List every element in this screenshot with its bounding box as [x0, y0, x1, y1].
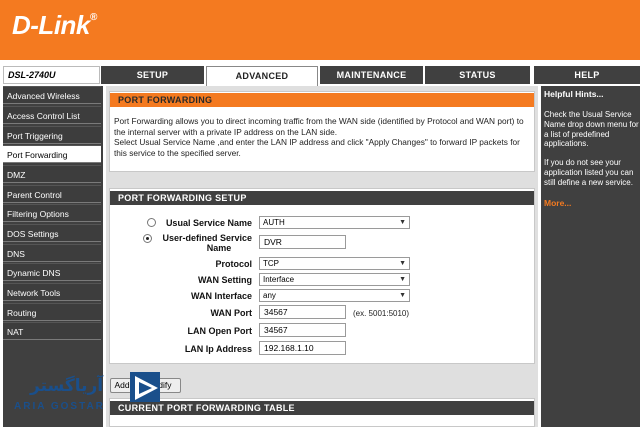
tab-status[interactable]: STATUS: [425, 66, 530, 84]
sidebar-item-port-forwarding[interactable]: Port Forwarding: [3, 145, 101, 163]
usual-service-label: Usual Service Name: [165, 218, 252, 228]
intro-paragraph-2: Select Usual Service Name ,and enter the…: [114, 137, 520, 158]
port-forwarding-title: PORT FORWARDING: [110, 93, 534, 107]
header-bar: D-Link®: [0, 0, 640, 60]
wan-port-label: WAN Port: [210, 308, 253, 318]
sidebar-item-nat[interactable]: NAT: [3, 322, 101, 340]
sidebar-item-dynamic-dns[interactable]: Dynamic DNS: [3, 263, 101, 281]
usual-service-select[interactable]: AUTH ▼: [259, 216, 410, 229]
usual-service-radio[interactable]: [147, 218, 156, 227]
wan-interface-value: any: [263, 291, 276, 300]
protocol-value: TCP: [263, 259, 279, 268]
lan-ip-input[interactable]: 192.168.1.10: [259, 341, 346, 355]
sidebar-item-dos-settings[interactable]: DOS Settings: [3, 224, 101, 242]
more-link[interactable]: More...: [544, 198, 571, 208]
sidebar-item-dns[interactable]: DNS: [3, 244, 101, 262]
sidebar-item-dmz[interactable]: DMZ: [3, 165, 101, 183]
watermark-text: ARIA GOSTAR: [14, 401, 105, 412]
wan-interface-select[interactable]: any ▼: [259, 289, 410, 302]
intro-text: Port Forwarding allows you to direct inc…: [114, 116, 530, 158]
sidebar-item-network-tools[interactable]: Network Tools: [3, 283, 101, 301]
wan-setting-value: Interface: [263, 275, 295, 284]
user-defined-input[interactable]: DVR: [259, 235, 346, 249]
tab-advanced[interactable]: ADVANCED: [206, 66, 318, 86]
chevron-down-icon: ▼: [399, 276, 406, 283]
model-label: DSL-2740U: [3, 66, 100, 84]
wan-port-hint: (ex. 5001:5010): [353, 309, 410, 318]
sidebar-item-routing[interactable]: Routing: [3, 303, 101, 321]
sidebar-item-access-control-list[interactable]: Access Control List: [3, 106, 101, 124]
protocol-select[interactable]: TCP ▼: [259, 257, 410, 270]
chevron-down-icon: ▼: [399, 292, 406, 299]
help-title: Helpful Hints...: [544, 89, 604, 99]
tab-setup[interactable]: SETUP: [101, 66, 204, 84]
lan-open-port-input[interactable]: 34567: [259, 323, 346, 337]
intro-paragraph-1: Port Forwarding allows you to direct inc…: [114, 116, 524, 137]
tab-maintenance[interactable]: MAINTENANCE: [320, 66, 423, 84]
chevron-down-icon: ▼: [399, 260, 406, 267]
tab-help[interactable]: HELP: [534, 66, 640, 84]
wan-port-input[interactable]: 34567: [259, 305, 346, 319]
sidebar-item-advanced-wireless[interactable]: Advanced Wireless: [3, 86, 101, 104]
help-text-1: Check the Usual Service Name drop down m…: [544, 110, 639, 149]
wan-interface-label: WAN Interface: [190, 291, 252, 301]
help-text-2: If you do not see your application liste…: [544, 158, 634, 187]
wan-setting-select[interactable]: Interface ▼: [259, 273, 410, 286]
chevron-down-icon: ▼: [399, 219, 406, 226]
dlink-logo: D-Link®: [12, 10, 97, 40]
lan-open-port-label: LAN Open Port: [187, 326, 253, 336]
user-defined-radio[interactable]: [143, 234, 152, 243]
sidebar-item-filtering-options[interactable]: Filtering Options: [3, 204, 101, 222]
usual-service-value: AUTH: [263, 218, 285, 227]
user-defined-label: User-defined Service Name: [162, 233, 252, 253]
sidebar-item-parent-control[interactable]: Parent Control: [3, 185, 101, 203]
protocol-label: Protocol: [215, 259, 252, 269]
sidebar-item-port-triggering[interactable]: Port Triggering: [3, 126, 101, 144]
wan-setting-label: WAN Setting: [198, 275, 252, 285]
watermark-persian-text: آریاگستر: [30, 376, 104, 396]
lan-ip-label: LAN Ip Address: [184, 344, 252, 354]
setup-title: PORT FORWARDING SETUP: [110, 191, 534, 205]
